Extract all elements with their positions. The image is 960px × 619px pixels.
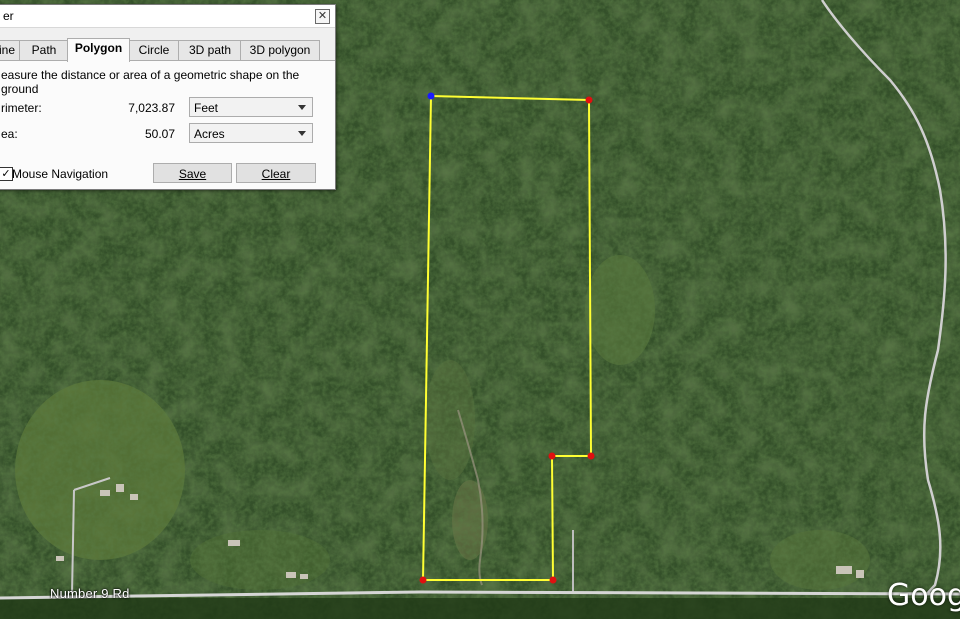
perimeter-label: rimeter: bbox=[1, 101, 42, 115]
perimeter-unit-value: Feet bbox=[194, 101, 219, 115]
polygon-start-vertex[interactable] bbox=[427, 92, 435, 100]
tab-bar: ine Path Polygon Circle 3D path 3D polyg… bbox=[0, 38, 335, 62]
tab-3d-polygon[interactable]: 3D polygon bbox=[240, 40, 320, 60]
road-label: Number 9 Rd bbox=[50, 586, 130, 601]
area-label: ea: bbox=[1, 127, 18, 141]
save-button[interactable]: Save bbox=[153, 163, 232, 183]
polygon-vertex[interactable] bbox=[549, 576, 557, 584]
polygon-vertex[interactable] bbox=[585, 96, 593, 104]
perimeter-unit-select[interactable]: Feet bbox=[189, 97, 313, 117]
area-unit-select[interactable]: Acres bbox=[189, 123, 313, 143]
tab-3d-path[interactable]: 3D path bbox=[178, 40, 242, 60]
polygon-vertex[interactable] bbox=[587, 452, 595, 460]
area-unit-value: Acres bbox=[194, 127, 225, 141]
tab-polygon[interactable]: Polygon bbox=[67, 38, 130, 62]
tab-circle[interactable]: Circle bbox=[128, 40, 180, 60]
chevron-down-icon bbox=[298, 131, 306, 136]
tab-path[interactable]: Path bbox=[19, 40, 69, 60]
dialog-titlebar[interactable]: er ✕ bbox=[0, 5, 335, 28]
polygon-vertex[interactable] bbox=[548, 452, 556, 460]
close-icon[interactable]: ✕ bbox=[315, 9, 330, 24]
polygon-panel: easure the distance or area of a geometr… bbox=[0, 60, 335, 189]
clear-button[interactable]: Clear bbox=[236, 163, 316, 183]
mouse-navigation-label[interactable]: Mouse Navigation bbox=[12, 167, 108, 181]
perimeter-value: 7,023.87 bbox=[128, 101, 175, 115]
ruler-dialog: er ✕ ine Path Polygon Circle 3D path 3D … bbox=[0, 4, 336, 190]
chevron-down-icon bbox=[298, 105, 306, 110]
panel-description: easure the distance or area of a geometr… bbox=[1, 68, 300, 96]
area-value: 50.07 bbox=[144, 127, 175, 141]
polygon-vertex[interactable] bbox=[419, 576, 427, 584]
tab-line[interactable]: ine bbox=[0, 40, 21, 60]
google-logo: Goog bbox=[887, 578, 960, 613]
dialog-title: er bbox=[3, 9, 14, 23]
